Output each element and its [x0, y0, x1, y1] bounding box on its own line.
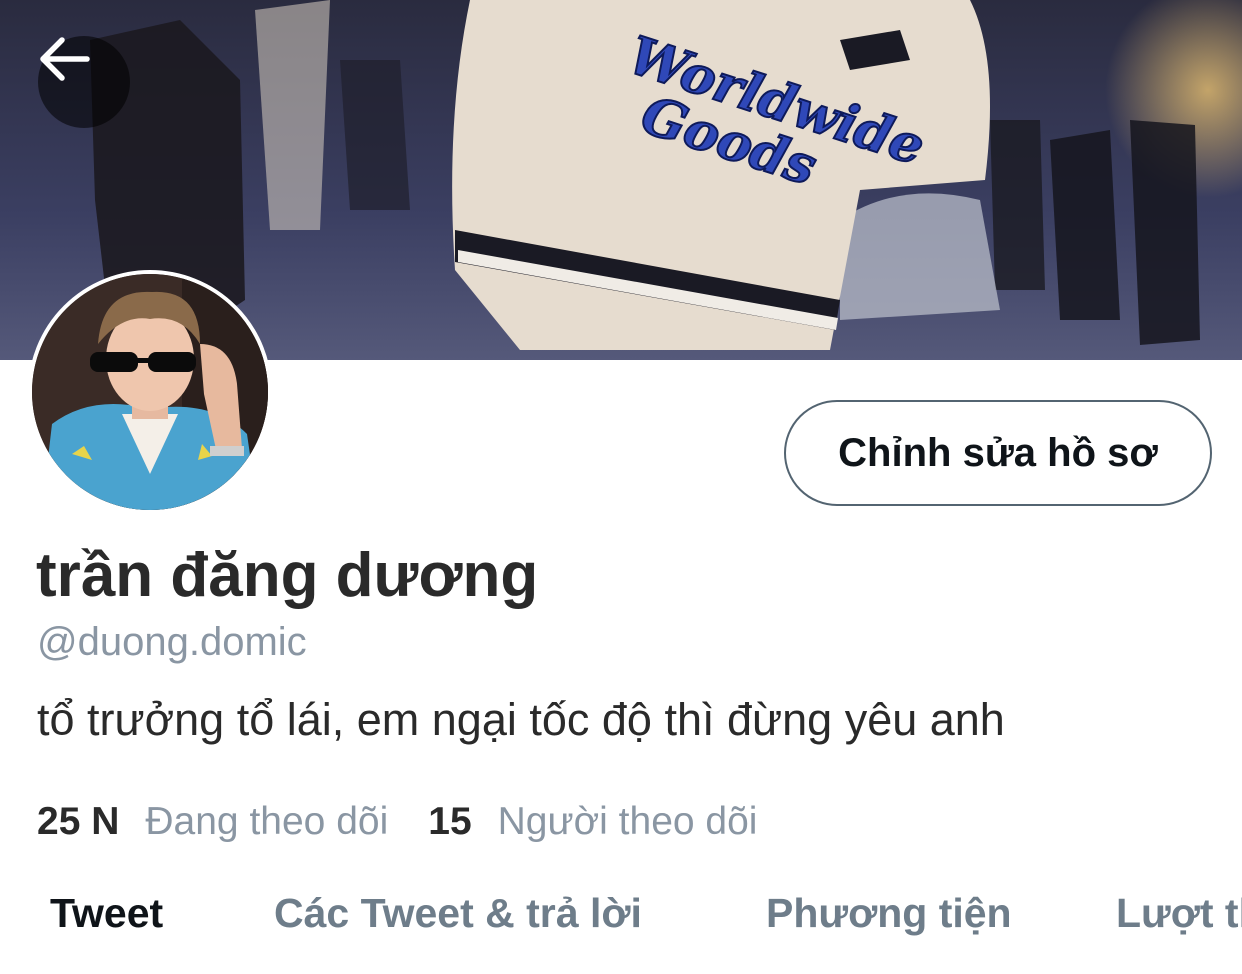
arrow-left-icon [40, 37, 90, 81]
back-button[interactable] [38, 36, 130, 128]
tab-tweets-and-replies[interactable]: Các Tweet & trả lời [274, 890, 642, 937]
profile-handle: @duong.domic [37, 620, 307, 664]
avatar-photo [32, 274, 268, 510]
followers-count: 15 [428, 800, 472, 843]
profile-stats: 25 N Đang theo dõi 15 Người theo dõi [37, 800, 757, 844]
tab-likes[interactable]: Lượt thích [1116, 890, 1242, 937]
profile-bio: tổ trưởng tổ lái, em ngại tốc độ thì đừn… [37, 694, 1005, 745]
profile-display-name: trần đăng dương [36, 541, 539, 610]
tab-tweets[interactable]: Tweet [50, 890, 163, 937]
followers-stat[interactable]: 15 Người theo dõi [428, 800, 757, 844]
following-stat[interactable]: 25 N Đang theo dõi [37, 800, 388, 844]
edit-profile-button[interactable]: Chỉnh sửa hồ sơ [784, 400, 1212, 506]
following-label: Đang theo dõi [145, 800, 389, 843]
profile-tabs: Tweet Các Tweet & trả lời Phương tiện Lư… [0, 890, 1242, 974]
following-count: 25 N [37, 800, 120, 843]
tab-media[interactable]: Phương tiện [766, 890, 1012, 937]
followers-label: Người theo dõi [497, 800, 758, 843]
avatar[interactable] [28, 270, 272, 514]
